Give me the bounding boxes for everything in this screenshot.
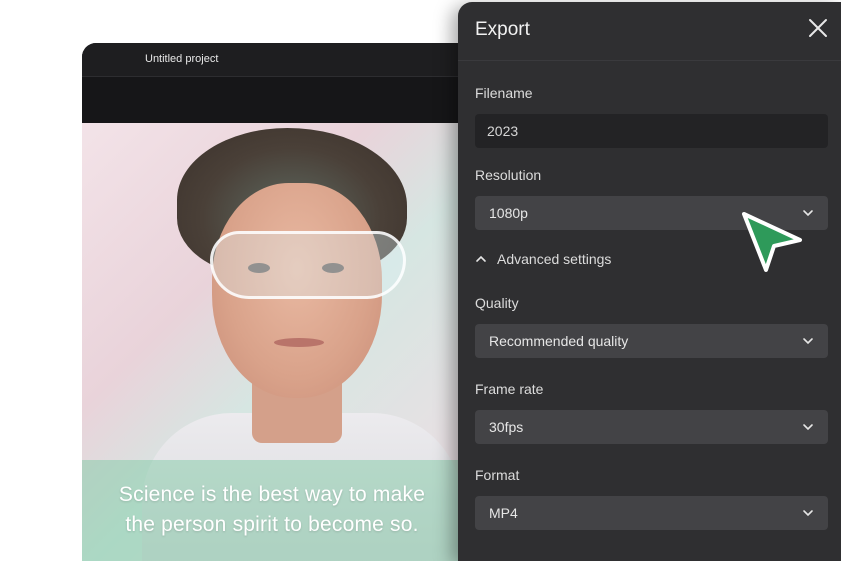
filename-input[interactable]: 2023 [475,114,828,148]
advanced-settings-toggle[interactable]: Advanced settings [475,251,611,267]
format-select[interactable]: MP4 [475,496,828,530]
format-label: Format [475,467,520,483]
project-name[interactable]: Untitled project [145,53,218,65]
filename-value: 2023 [487,123,519,139]
frame-rate-value: 30fps [489,419,524,435]
chevron-down-icon [803,338,813,345]
caption-line-2: the person spirit to become so. [125,513,419,536]
filename-label: Filename [475,85,533,101]
chevron-up-icon [476,255,486,262]
close-icon[interactable] [807,17,829,39]
pointer-cursor-icon [742,212,802,272]
resolution-label: Resolution [475,167,542,183]
resolution-value: 1080p [489,205,528,221]
video-caption[interactable]: Science is the best way to make the pers… [82,480,462,540]
chevron-down-icon [803,424,813,431]
export-title: Export [475,19,530,40]
panel-divider [458,60,841,61]
editor-window: Untitled project Science is the best way… [82,43,512,561]
editor-titlebar: Untitled project [82,43,512,77]
editor-toolbar [82,77,512,123]
format-value: MP4 [489,505,518,521]
export-panel: Export Filename 2023 Resolution 1080p Ad… [458,2,841,561]
frame-rate-select[interactable]: 30fps [475,410,828,444]
quality-value: Recommended quality [489,333,629,349]
frame-rate-label: Frame rate [475,381,544,397]
quality-select[interactable]: Recommended quality [475,324,828,358]
advanced-settings-label: Advanced settings [497,251,612,267]
chevron-down-icon [803,510,813,517]
portrait-mouth [274,338,324,347]
portrait-goggles [210,231,406,299]
quality-label: Quality [475,295,519,311]
video-preview[interactable]: Science is the best way to make the pers… [82,123,462,561]
caption-line-1: Science is the best way to make [118,483,426,506]
